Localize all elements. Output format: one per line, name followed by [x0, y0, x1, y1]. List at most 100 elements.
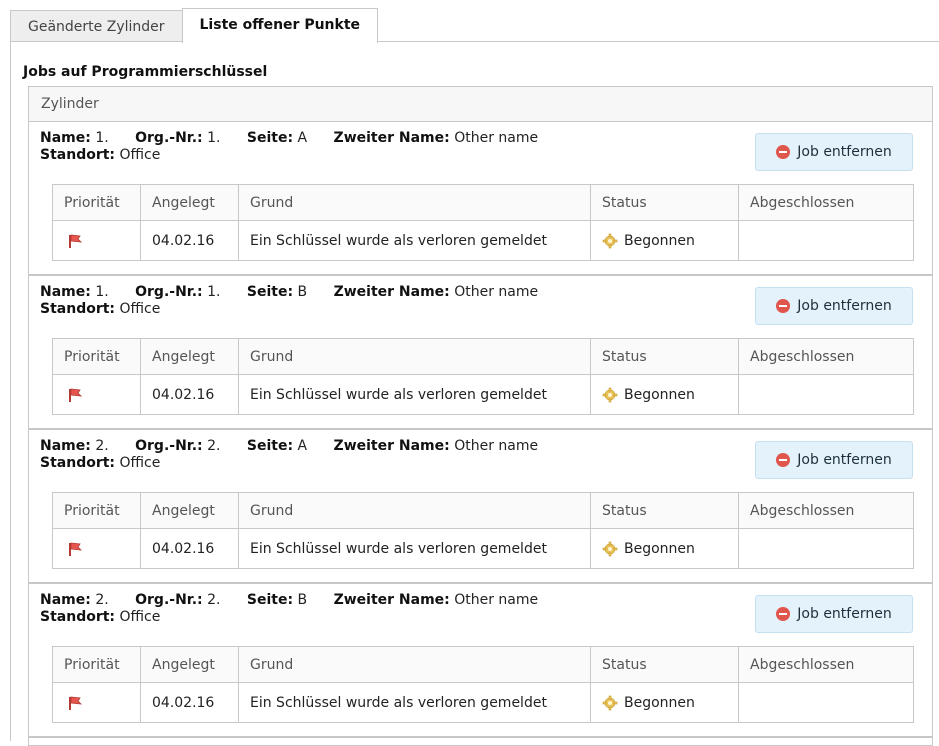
table-row[interactable]: 04.02.16 Ein Schlüssel wurde als verlore…: [52, 682, 914, 723]
col-reason[interactable]: Grund: [238, 492, 591, 529]
tab-open-items[interactable]: Liste offener Punkte: [181, 8, 379, 43]
name-value: 1.: [95, 284, 109, 300]
job-table-header: Priorität Angelegt Grund Status Abgeschl…: [52, 338, 914, 375]
col-priority[interactable]: Priorität: [52, 646, 141, 683]
col-reason[interactable]: Grund: [238, 338, 591, 375]
col-status[interactable]: Status: [590, 646, 739, 683]
job-entry: Name: 1. Org.-Nr.: 1. Seite: A Zweiter N…: [29, 122, 932, 276]
section-title: Jobs auf Programmierschlüssel: [23, 64, 268, 80]
org-label: Org.-Nr.:: [135, 284, 203, 300]
job-table: Priorität Angelegt Grund Status Abgeschl…: [52, 338, 914, 415]
side-label: Seite:: [246, 592, 294, 608]
reason-cell: Ein Schlüssel wurde als verloren gemelde…: [238, 682, 591, 723]
col-completed[interactable]: Abgeschlossen: [738, 492, 914, 529]
priority-cell: [52, 528, 141, 569]
status-cell: Begonnen: [590, 528, 739, 569]
job-info-line: Name: 1. Org.-Nr.: 1. Seite: A Zweiter N…: [40, 130, 538, 146]
col-priority[interactable]: Priorität: [52, 492, 141, 529]
remove-job-button[interactable]: Job entfernen: [755, 441, 913, 479]
status-text: Begonnen: [624, 694, 695, 711]
name-label: Name:: [40, 130, 91, 146]
side-label: Seite:: [246, 438, 294, 454]
status-cell: Begonnen: [590, 220, 739, 261]
gear-icon: [602, 387, 618, 402]
gear-icon: [602, 541, 618, 556]
second-name-label: Zweiter Name:: [333, 438, 450, 454]
completed-cell: [738, 682, 914, 723]
reason-cell: Ein Schlüssel wurde als verloren gemelde…: [238, 528, 591, 569]
table-row[interactable]: 04.02.16 Ein Schlüssel wurde als verlore…: [52, 528, 914, 569]
second-name-label: Zweiter Name:: [333, 130, 450, 146]
name-label: Name:: [40, 592, 91, 608]
second-name-value: Other name: [454, 438, 539, 454]
location-label: Standort:: [40, 609, 116, 625]
name-label: Name:: [40, 438, 91, 454]
tab-changed-cylinders[interactable]: Geänderte Zylinder: [10, 10, 183, 42]
created-cell: 04.02.16: [140, 528, 239, 569]
col-reason[interactable]: Grund: [238, 646, 591, 683]
col-completed[interactable]: Abgeschlossen: [738, 184, 914, 221]
second-name-value: Other name: [454, 592, 539, 608]
status-cell: Begonnen: [590, 374, 739, 415]
location-value: Office: [119, 147, 161, 163]
col-created[interactable]: Angelegt: [140, 646, 239, 683]
remove-job-label: Job entfernen: [797, 452, 892, 468]
job-entry: Name: 1. Org.-Nr.: 1. Seite: B Zweiter N…: [29, 276, 932, 430]
name-label: Name:: [40, 284, 91, 300]
status-text: Begonnen: [624, 386, 695, 403]
location-label: Standort:: [40, 455, 116, 471]
org-label: Org.-Nr.:: [135, 130, 203, 146]
priority-cell: [52, 220, 141, 261]
flag-icon: [69, 696, 83, 710]
org-value: 2.: [207, 592, 221, 608]
org-label: Org.-Nr.:: [135, 438, 203, 454]
job-location-line: Standort: Office: [40, 147, 160, 163]
gear-icon: [602, 233, 618, 248]
side-value: B: [297, 284, 308, 300]
location-value: Office: [119, 609, 161, 625]
remove-job-button[interactable]: Job entfernen: [755, 595, 913, 633]
side-label: Seite:: [246, 130, 294, 146]
location-label: Standort:: [40, 147, 116, 163]
remove-job-button[interactable]: Job entfernen: [755, 287, 913, 325]
flag-icon: [69, 542, 83, 556]
status-text: Begonnen: [624, 232, 695, 249]
gear-icon: [602, 695, 618, 710]
status-text: Begonnen: [624, 540, 695, 557]
table-row[interactable]: 04.02.16 Ein Schlüssel wurde als verlore…: [52, 220, 914, 261]
created-cell: 04.02.16: [140, 374, 239, 415]
col-created[interactable]: Angelegt: [140, 184, 239, 221]
org-value: 2.: [207, 438, 221, 454]
job-info-line: Name: 2. Org.-Nr.: 2. Seite: A Zweiter N…: [40, 438, 538, 454]
col-priority[interactable]: Priorität: [52, 184, 141, 221]
col-reason[interactable]: Grund: [238, 184, 591, 221]
minus-circle-icon: [776, 145, 791, 159]
location-label: Standort:: [40, 301, 116, 317]
flag-icon: [69, 388, 83, 402]
remove-job-label: Job entfernen: [797, 298, 892, 314]
name-value: 2.: [95, 592, 109, 608]
col-status[interactable]: Status: [590, 338, 739, 375]
col-status[interactable]: Status: [590, 184, 739, 221]
jobs-container: Name: 1. Org.-Nr.: 1. Seite: A Zweiter N…: [29, 122, 932, 738]
col-completed[interactable]: Abgeschlossen: [738, 338, 914, 375]
priority-cell: [52, 374, 141, 415]
second-name-label: Zweiter Name:: [333, 284, 450, 300]
table-row[interactable]: 04.02.16 Ein Schlüssel wurde als verlore…: [52, 374, 914, 415]
col-created[interactable]: Angelegt: [140, 492, 239, 529]
org-value: 1.: [207, 284, 221, 300]
second-name-label: Zweiter Name:: [333, 592, 450, 608]
side-label: Seite:: [246, 284, 294, 300]
created-cell: 04.02.16: [140, 682, 239, 723]
job-entry: Name: 2. Org.-Nr.: 2. Seite: B Zweiter N…: [29, 584, 932, 738]
remove-job-button[interactable]: Job entfernen: [755, 133, 913, 171]
tab-bar: Geänderte Zylinder Liste offener Punkte: [10, 8, 379, 43]
job-table: Priorität Angelegt Grund Status Abgeschl…: [52, 646, 914, 723]
job-location-line: Standort: Office: [40, 301, 160, 317]
col-status[interactable]: Status: [590, 492, 739, 529]
col-created[interactable]: Angelegt: [140, 338, 239, 375]
col-priority[interactable]: Priorität: [52, 338, 141, 375]
location-value: Office: [119, 301, 161, 317]
col-completed[interactable]: Abgeschlossen: [738, 646, 914, 683]
side-value: B: [297, 592, 308, 608]
